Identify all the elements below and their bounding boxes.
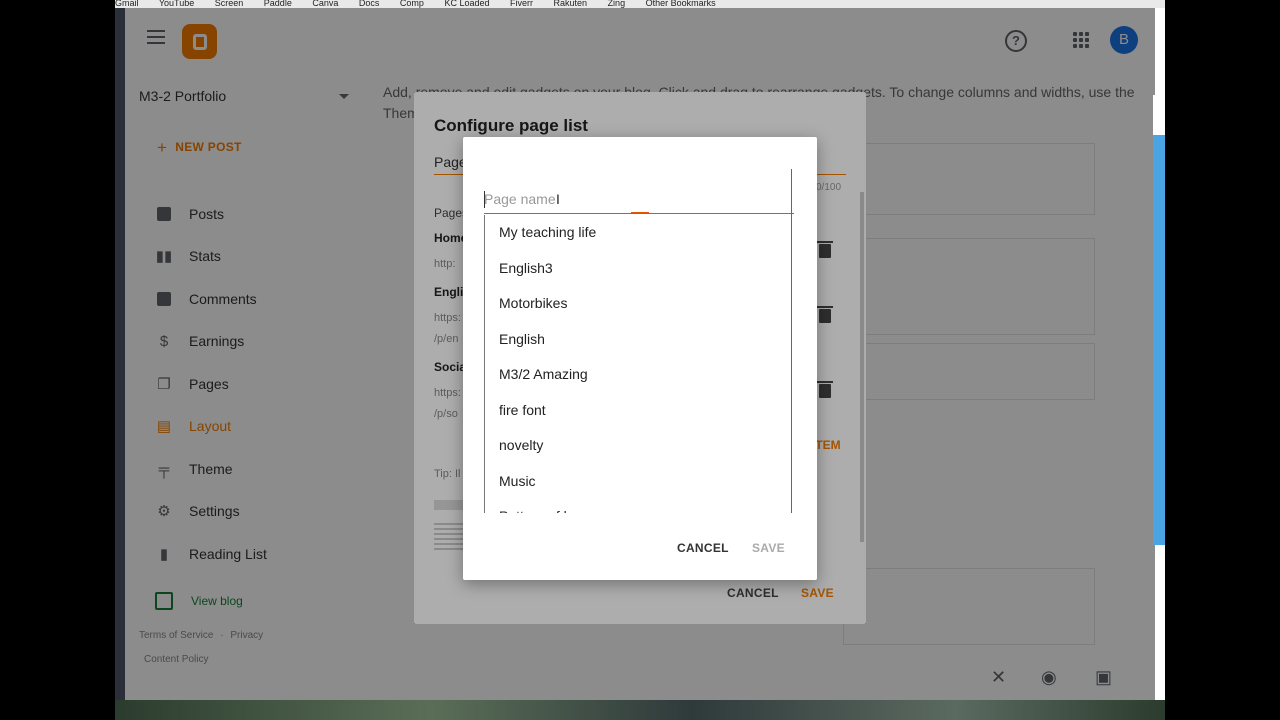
desktop-wallpaper-strip xyxy=(115,700,1165,720)
bookmark[interactable]: Docs xyxy=(359,0,380,8)
bookmark[interactable]: Canva xyxy=(312,0,338,8)
bookmark[interactable]: Rakuten xyxy=(554,0,588,8)
page-picker-dialog: I My teaching life English3 Motorbikes E… xyxy=(463,137,817,580)
list-item[interactable]: Motorbikes xyxy=(485,286,793,322)
bookmark[interactable]: Gmail xyxy=(115,0,139,8)
cancel-button[interactable]: CANCEL xyxy=(677,541,729,555)
bookmarks-bar: Gmail YouTube Screen Paddle Canva Docs C… xyxy=(115,0,1165,8)
left-app-strip xyxy=(115,8,125,720)
bookmark[interactable]: Other Bookmarks xyxy=(646,0,716,8)
list-item[interactable]: novelty xyxy=(485,428,793,464)
list-item[interactable]: My teaching life xyxy=(485,215,793,251)
bookmark[interactable]: Paddle xyxy=(264,0,292,8)
bookmark[interactable]: KC Loaded xyxy=(444,0,489,8)
save-button[interactable]: SAVE xyxy=(752,541,785,555)
page-name-input[interactable] xyxy=(484,187,784,211)
ibeam-cursor-icon: I xyxy=(556,191,560,207)
input-underline-accent xyxy=(631,212,649,214)
page-suggestion-list: My teaching life English3 Motorbikes Eng… xyxy=(484,215,793,513)
page-name-field[interactable]: I xyxy=(484,187,794,214)
window-edge-blue xyxy=(1153,135,1165,545)
list-item[interactable]: Music xyxy=(485,464,793,500)
text-cursor xyxy=(484,191,485,208)
bookmark[interactable]: Zing xyxy=(608,0,626,8)
bookmark[interactable]: YouTube xyxy=(159,0,194,8)
screen-frame: Gmail YouTube Screen Paddle Canva Docs C… xyxy=(115,0,1165,720)
bookmark[interactable]: Fiverr xyxy=(510,0,533,8)
list-item[interactable]: English xyxy=(485,322,793,358)
background-window-edge xyxy=(1153,95,1280,545)
list-item[interactable]: Pattern of l xyxy=(485,499,793,513)
window-edge-white xyxy=(1153,95,1165,135)
bookmark[interactable]: Screen xyxy=(215,0,244,8)
bookmark[interactable]: Comp xyxy=(400,0,424,8)
list-item[interactable]: M3/2 Amazing xyxy=(485,357,793,393)
list-item[interactable]: English3 xyxy=(485,251,793,287)
list-item[interactable]: fire font xyxy=(485,393,793,429)
